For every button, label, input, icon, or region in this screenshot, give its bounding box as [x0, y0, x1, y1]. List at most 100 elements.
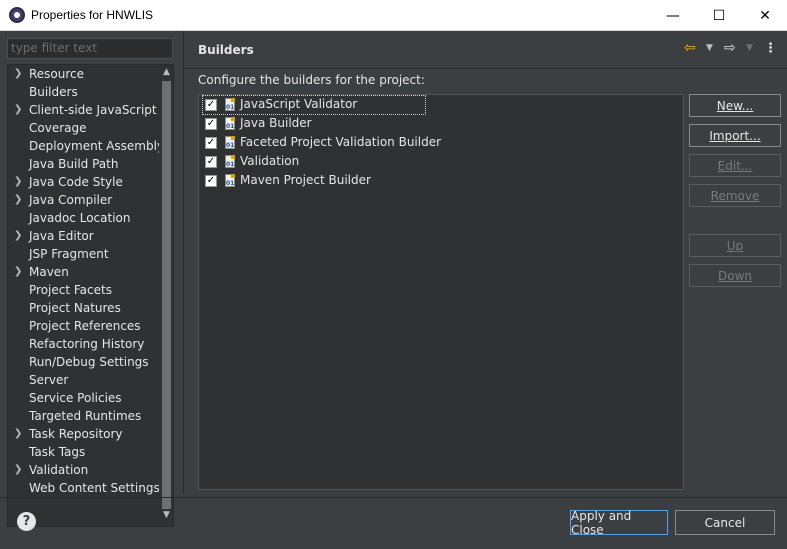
tree-item[interactable]: Refactoring History [8, 336, 158, 354]
tree-item[interactable]: Task Tags [8, 444, 158, 462]
page-description: Configure the builders for the project: [198, 73, 425, 87]
expand-chevron-icon[interactable]: ❯ [14, 194, 24, 205]
down-button[interactable]: Down [689, 264, 781, 287]
tree-item-label: Targeted Runtimes [29, 409, 142, 423]
tree-item-label: Java Code Style [29, 175, 123, 189]
window-title: Properties for HNWLIS [31, 8, 154, 22]
tree-item-label: Project Natures [29, 301, 121, 315]
builder-label: Faceted Project Validation Builder [240, 135, 442, 149]
expand-chevron-icon[interactable]: ❯ [14, 68, 24, 79]
maximize-button[interactable]: ☐ [696, 0, 742, 31]
builder-label: Maven Project Builder [240, 173, 371, 187]
builder-binary-icon [225, 136, 235, 149]
tree-item[interactable]: Coverage [8, 120, 158, 138]
builders-list[interactable]: ✓ JavaScript Validator ✓ Java Builder ✓ Facet… [198, 94, 684, 490]
tree-item[interactable]: ❯ Java Compiler [8, 192, 158, 210]
tree-item[interactable]: Targeted Runtimes [8, 408, 158, 426]
builder-row[interactable]: ✓ Faceted Project Validation Builder [203, 134, 623, 152]
builder-row[interactable]: ✓ JavaScript Validator [202, 95, 426, 115]
tree-item[interactable]: ❯ Task Repository [8, 426, 158, 444]
back-arrow-icon[interactable]: ⇦ [684, 40, 696, 56]
expand-chevron-icon[interactable]: ❯ [14, 176, 24, 187]
tree-item-label: Refactoring History [29, 337, 145, 351]
back-dropdown-icon[interactable]: ▼ [706, 43, 713, 53]
tree-item-label: Deployment Assembly [29, 139, 165, 153]
tree-item-label: Project Facets [29, 283, 112, 297]
new-button[interactable]: New... [689, 94, 781, 117]
forward-arrow-icon[interactable]: ⇨ [724, 40, 736, 56]
import-button-label: Import... [709, 128, 761, 143]
tree-item-label: Validation [29, 463, 89, 477]
tree-item-label: Builders [29, 85, 78, 99]
edit-button[interactable]: Edit... [689, 154, 781, 177]
tree-item-label: Javadoc Location [29, 211, 131, 225]
tree-item-label: Web Content Settings [29, 481, 160, 495]
expand-chevron-icon[interactable]: ❯ [14, 104, 24, 115]
expand-chevron-icon[interactable]: ❯ [14, 266, 24, 277]
edit-button-label: Edit... [717, 158, 753, 173]
builder-binary-icon [225, 174, 235, 187]
scroll-down-arrow-icon[interactable]: ▼ [159, 510, 173, 526]
tree-item[interactable]: ❯ Java Code Style [8, 174, 158, 192]
tree-item[interactable]: Project Natures [8, 300, 158, 318]
expand-chevron-icon[interactable]: ❯ [14, 464, 24, 475]
builder-checkbox[interactable]: ✓ [205, 137, 217, 149]
tree-item[interactable]: Web Content Settings [8, 480, 160, 498]
tree-item[interactable]: Deployment Assembly [8, 138, 164, 156]
builder-checkbox[interactable]: ✓ [205, 99, 217, 111]
tree-item[interactable]: ❯ Client-side JavaScript [8, 102, 158, 120]
apply-and-close-button[interactable]: Apply and Close [570, 509, 668, 537]
tree-item[interactable]: ❯ Maven [8, 264, 158, 282]
tree-item[interactable]: Server [8, 372, 158, 390]
tree-item[interactable]: JSP Fragment [8, 246, 158, 264]
eclipse-app-icon [9, 7, 25, 23]
tree-item-label: Coverage [29, 121, 87, 135]
builder-row[interactable]: ✓ Validation [203, 153, 623, 171]
tree-item-label: Java Build Path [29, 157, 119, 171]
tree-item[interactable]: Project Facets [8, 282, 158, 300]
page-navigation-toolbar: ⇦ ▼ ⇨ ▼ ⋮ [684, 40, 784, 60]
builder-checkbox[interactable]: ✓ [205, 118, 217, 130]
tree-item[interactable]: ❯ Java Editor [8, 228, 158, 246]
minimize-button[interactable]: — [650, 0, 696, 31]
builder-label: Java Builder [240, 116, 312, 130]
expand-chevron-icon[interactable]: ❯ [14, 428, 24, 439]
tree-item[interactable]: Project References [8, 318, 158, 336]
tree-item[interactable]: Javadoc Location [8, 210, 158, 228]
page-title: Builders [198, 43, 254, 57]
tree-item-label: Run/Debug Settings [29, 355, 149, 369]
tree-item[interactable]: ❯ Resource [8, 66, 158, 84]
tree-item[interactable]: Run/Debug Settings [8, 354, 158, 372]
tree-item[interactable]: Builders [8, 84, 158, 102]
tree-item[interactable]: ❯ Validation [8, 462, 158, 480]
tree-item-label: Project References [29, 319, 141, 333]
tree-item[interactable]: Java Build Path [8, 156, 158, 174]
view-menu-icon[interactable]: ⋮ [764, 41, 777, 56]
footer-divider [0, 497, 787, 498]
tree-scrollbar[interactable]: ▲ ▼ [159, 65, 173, 526]
tree-item[interactable]: Service Policies [8, 390, 158, 408]
tree-item-label: Task Repository [29, 427, 123, 441]
tree-item-label: Resource [29, 67, 85, 81]
builder-row[interactable]: ✓ Java Builder [203, 115, 623, 133]
import-button[interactable]: Import... [689, 124, 781, 147]
up-button[interactable]: Up [689, 234, 781, 257]
builder-checkbox[interactable]: ✓ [205, 156, 217, 168]
forward-dropdown-icon[interactable]: ▼ [746, 43, 753, 53]
cancel-button[interactable]: Cancel [675, 510, 775, 535]
expand-chevron-icon[interactable]: ❯ [14, 230, 24, 241]
tree-item-label: Task Tags [29, 445, 86, 459]
builder-label: Validation [240, 154, 300, 168]
builder-binary-icon [225, 98, 235, 111]
tree-item-label: JSP Fragment [29, 247, 109, 261]
up-button-label: Up [726, 238, 744, 253]
filter-input[interactable]: type filter text [7, 38, 173, 59]
down-button-label: Down [717, 268, 752, 283]
builder-row[interactable]: ✓ Maven Project Builder [203, 172, 623, 190]
close-window-button[interactable]: ✕ [742, 0, 787, 31]
help-icon[interactable]: ? [17, 512, 36, 531]
builder-checkbox[interactable]: ✓ [205, 175, 217, 187]
remove-button[interactable]: Remove [689, 184, 781, 207]
builder-binary-icon [225, 117, 235, 130]
scroll-thumb[interactable] [162, 81, 171, 509]
